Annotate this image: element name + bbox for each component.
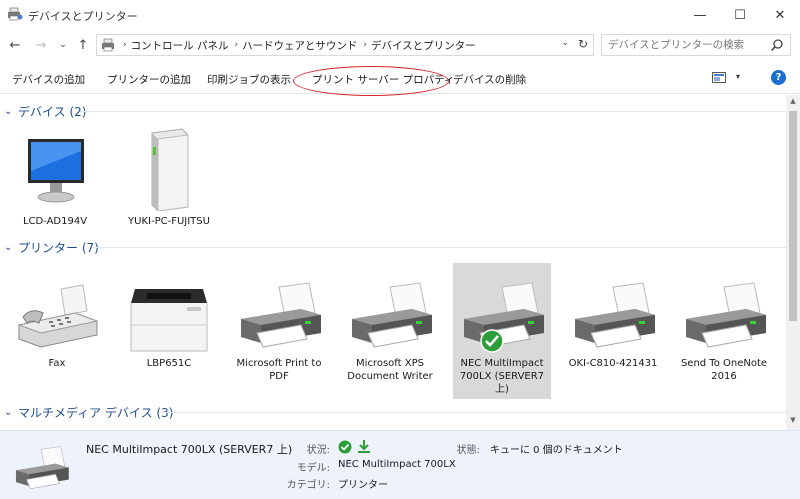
chevron-down-icon[interactable]: ⌄ [4, 242, 16, 253]
breadcrumb-devices-printers[interactable]: デバイスとプリンター [371, 38, 476, 53]
view-dropdown-icon[interactable]: ▾ [736, 72, 740, 81]
fax-icon [17, 284, 99, 348]
breadcrumb-separator-icon: › [363, 40, 367, 50]
devices-content-area: ⌄ デバイス (2) LCD-AD194V YUKI-PC-FUJITSU ⌄ … [0, 95, 786, 430]
breadcrumb-separator-icon: › [123, 40, 127, 50]
device-label: LCD-AD194V [22, 216, 88, 227]
category-key: カテゴリ: [286, 480, 330, 491]
close-icon: ✕ [774, 7, 786, 23]
print-server-properties-button[interactable]: プリント サーバー プロパティ [312, 72, 454, 87]
group-divider [92, 247, 786, 248]
address-dropdown-icon[interactable]: ⌄ [561, 38, 569, 48]
add-printer-button[interactable]: プリンターの追加 [107, 72, 191, 87]
group-title-multimedia: マルチメディア デバイス (3) [18, 405, 174, 420]
state-value: キューに 0 個のドキュメント [490, 445, 623, 456]
window-title: デバイスとプリンター [28, 10, 138, 23]
printer-icon [575, 282, 655, 348]
up-button[interactable]: ↑ [74, 36, 92, 54]
group-title-printers: プリンター (7) [18, 240, 99, 255]
monitor-icon [28, 139, 84, 203]
status-key: 状況: [306, 445, 330, 456]
devices-printers-app-icon [8, 7, 23, 21]
breadcrumb-separator-icon: › [234, 40, 239, 50]
group-header-devices[interactable]: ⌄ デバイス (2) [4, 102, 86, 120]
group-divider [160, 412, 786, 413]
back-button[interactable]: ← [6, 36, 24, 54]
arrow-right-icon: → [35, 37, 47, 53]
printer-icon [15, 446, 69, 490]
printer-tile-oki-c810[interactable]: OKI-C810-421431 [564, 267, 662, 370]
search-input[interactable] [602, 35, 762, 55]
chevron-down-icon[interactable]: ⌄ [4, 407, 16, 418]
printer-label: Microsoft XPS Document Writer [347, 358, 433, 382]
printer-tile-lbp651c[interactable]: LBP651C [120, 267, 218, 370]
navigation-row: ← → ⌄ ↑ › コントロール パネル › ハードウェアとサウンド › デバイ… [0, 30, 800, 60]
vertical-scrollbar[interactable]: ▲ ▼ [786, 95, 800, 430]
group-title-devices: デバイス (2) [18, 104, 87, 119]
device-tile-yuki-pc-fujitsu[interactable]: YUKI-PC-FUJITSU [120, 125, 218, 228]
printer-tile-nec-multiimpact-700lx[interactable]: NEC MultiImpact 700LX (SERVER7 上) [453, 263, 551, 399]
maximize-icon: ☐ [734, 7, 746, 23]
printer-icon [241, 282, 321, 348]
printer-tile-fax[interactable]: Fax [8, 267, 106, 370]
laser-printer-icon [130, 289, 208, 352]
title-bar: デバイスとプリンター — ☐ ✕ [0, 0, 800, 30]
chevron-down-icon: ⌄ [59, 40, 67, 50]
category-value: プリンター [338, 480, 388, 491]
arrow-up-icon: ↑ [77, 37, 89, 53]
minimize-button[interactable]: — [680, 0, 720, 30]
search-icon[interactable] [770, 38, 784, 52]
shared-network-icon [358, 440, 370, 453]
details-pane: NEC MultiImpact 700LX (SERVER7 上) 状況: モデ… [0, 430, 800, 499]
printer-label: Microsoft Print to PDF [236, 358, 322, 382]
printer-tile-send-to-onenote[interactable]: Send To OneNote 2016 [675, 267, 773, 383]
printer-label: NEC MultiImpact 700LX (SERVER7 上) [459, 358, 545, 395]
selected-device-name: NEC MultiImpact 700LX (SERVER7 上) [86, 443, 293, 456]
state-key: 状態: [456, 445, 480, 456]
default-printer-check-icon [480, 329, 504, 353]
printer-tile-microsoft-xps-document-writer[interactable]: Microsoft XPS Document Writer [341, 267, 439, 383]
refresh-icon[interactable]: ↻ [578, 37, 588, 51]
help-icon: ? [775, 72, 782, 83]
help-button[interactable]: ? [771, 70, 786, 85]
maximize-button[interactable]: ☐ [720, 0, 760, 30]
device-label: YUKI-PC-FUJITSU [128, 216, 210, 227]
scroll-thumb[interactable] [789, 111, 797, 321]
device-tile-lcd-ad194v[interactable]: LCD-AD194V [6, 125, 104, 228]
printer-icon [686, 282, 766, 348]
recent-locations-button[interactable]: ⌄ [54, 36, 72, 54]
remove-device-button[interactable]: デバイスの削除 [453, 72, 526, 87]
breadcrumb-hardware-sound[interactable]: ハードウェアとサウンド [242, 38, 357, 53]
group-header-printers[interactable]: ⌄ プリンター (7) [4, 238, 99, 256]
address-bar[interactable]: › コントロール パネル › ハードウェアとサウンド › デバイスとプリンター … [96, 34, 594, 56]
computer-tower-icon [151, 128, 189, 211]
close-button[interactable]: ✕ [760, 0, 800, 30]
status-ok-icon [338, 440, 352, 454]
see-print-jobs-button[interactable]: 印刷ジョブの表示 [207, 72, 291, 87]
printer-label: OKI-C810-421431 [568, 358, 658, 369]
arrow-left-icon: ← [9, 37, 21, 53]
group-divider [80, 111, 786, 112]
forward-button[interactable]: → [32, 36, 50, 54]
view-options-icon[interactable] [712, 72, 726, 83]
printer-tile-microsoft-print-to-pdf[interactable]: Microsoft Print to PDF [230, 267, 328, 383]
control-panel-icon [102, 38, 114, 52]
chevron-down-icon[interactable]: ⌄ [4, 106, 16, 117]
command-bar: デバイスの追加 プリンターの追加 印刷ジョブの表示 プリント サーバー プロパテ… [0, 64, 800, 94]
group-header-multimedia[interactable]: ⌄ マルチメディア デバイス (3) [4, 403, 173, 421]
minimize-icon: — [693, 7, 707, 23]
printer-label: Send To OneNote 2016 [680, 358, 768, 382]
printer-label: Fax [48, 358, 66, 369]
breadcrumb-control-panel[interactable]: コントロール パネル [131, 38, 229, 53]
model-key: モデル: [296, 463, 330, 474]
add-device-button[interactable]: デバイスの追加 [12, 72, 85, 87]
model-value: NEC MultiImpact 700LX [338, 459, 456, 470]
printer-icon [352, 282, 432, 348]
scroll-down-icon[interactable]: ▼ [786, 416, 800, 428]
printer-icon [464, 282, 544, 353]
scroll-up-icon[interactable]: ▲ [786, 97, 800, 109]
search-box[interactable] [601, 34, 791, 56]
printer-label: LBP651C [146, 358, 192, 369]
